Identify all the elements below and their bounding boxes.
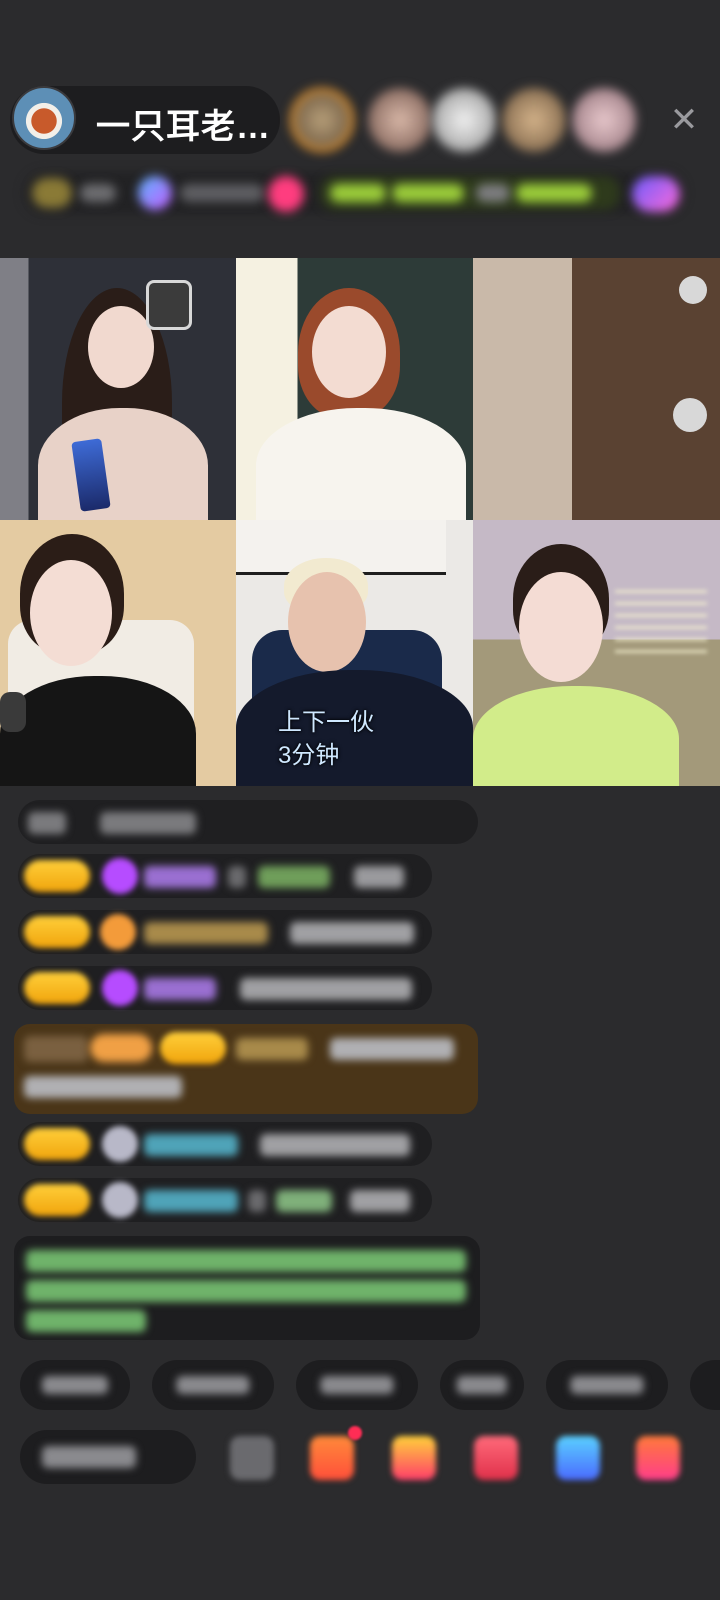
chat-text (228, 866, 246, 888)
diamond-icon (102, 970, 138, 1006)
quick-reply-button[interactable] (440, 1360, 524, 1410)
gift-icon[interactable] (392, 1436, 436, 1480)
quick-reply-button[interactable] (546, 1360, 668, 1410)
chat-username (258, 866, 330, 888)
quick-reply-button[interactable] (152, 1360, 274, 1410)
host-name[interactable]: 一只耳老… (96, 99, 271, 148)
viewer-avatar[interactable] (368, 88, 432, 152)
chat-username (144, 1190, 238, 1212)
task-chip-text (392, 184, 464, 202)
system-notice-text (26, 1280, 466, 1302)
level-badge (160, 1032, 226, 1064)
hot-chip[interactable] (268, 176, 304, 212)
video-caption: 上下一伙 3分钟 (278, 706, 374, 772)
sticker-icon (146, 280, 192, 330)
rank-chip-text (180, 184, 264, 202)
system-notice-text (26, 1310, 146, 1332)
level-badge (24, 1128, 90, 1160)
user-avatar-icon (102, 1182, 138, 1218)
pk-chip[interactable] (632, 176, 680, 212)
viewer-avatar[interactable] (290, 88, 354, 152)
task-chip-text (516, 184, 592, 202)
viewer-avatar[interactable] (572, 88, 636, 152)
notification-dot (348, 1426, 362, 1440)
quick-reply-button[interactable] (690, 1360, 720, 1410)
level-chip[interactable] (32, 178, 72, 208)
quick-reply-button[interactable] (20, 1360, 130, 1410)
host-avatar[interactable] (12, 86, 76, 150)
gift-badge (90, 1034, 152, 1062)
level-badge (24, 972, 90, 1004)
level-badge (24, 1184, 90, 1216)
chat-text (260, 1134, 410, 1156)
chat-username (144, 866, 216, 888)
chat-username (236, 1038, 308, 1060)
level-chip-text (80, 184, 116, 202)
video-tile-6[interactable] (473, 520, 720, 786)
task-chip-text (330, 184, 386, 202)
video-tile-4[interactable] (0, 520, 236, 786)
level-badge (24, 860, 90, 892)
chat-text (330, 1038, 454, 1060)
video-tile-1[interactable] (0, 258, 236, 520)
rank-chip[interactable] (138, 176, 172, 210)
viewer-avatar[interactable] (432, 88, 496, 152)
chat-text (24, 1076, 182, 1098)
level-badge (24, 916, 90, 948)
microphone-icon (0, 692, 26, 732)
close-icon[interactable]: ✕ (664, 100, 704, 140)
video-tile-2[interactable] (236, 258, 473, 520)
user-avatar-icon (102, 1126, 138, 1162)
chat-message[interactable] (18, 800, 478, 844)
gift-badge (24, 1036, 88, 1062)
chat-text (290, 922, 414, 944)
fan-icon (100, 914, 136, 950)
system-notice-text (26, 1250, 466, 1272)
chat-text (354, 866, 404, 888)
more-icon[interactable] (636, 1436, 680, 1480)
chat-text (28, 812, 66, 834)
gift-icon[interactable] (310, 1436, 354, 1480)
video-tile-3[interactable] (473, 258, 720, 520)
caption-line-2: 3分钟 (278, 742, 340, 769)
chat-text (350, 1190, 410, 1212)
chat-text (240, 978, 412, 1000)
quick-reply-button[interactable] (296, 1360, 418, 1410)
emoji-icon[interactable] (230, 1436, 274, 1480)
chat-username (144, 978, 216, 1000)
chat-username (144, 1134, 238, 1156)
chat-username (144, 922, 268, 944)
chat-text (100, 812, 196, 834)
task-chip-text (476, 184, 510, 202)
caption-line-1: 上下一伙 (278, 709, 374, 736)
video-tile-5[interactable]: 上下一伙 3分钟 (236, 520, 473, 786)
gift-icon[interactable] (556, 1436, 600, 1480)
viewer-avatar[interactable] (502, 88, 566, 152)
diamond-icon (102, 858, 138, 894)
chat-input-placeholder (42, 1446, 136, 1468)
chat-text (248, 1190, 266, 1212)
gift-icon[interactable] (474, 1436, 518, 1480)
chat-text (276, 1190, 332, 1212)
